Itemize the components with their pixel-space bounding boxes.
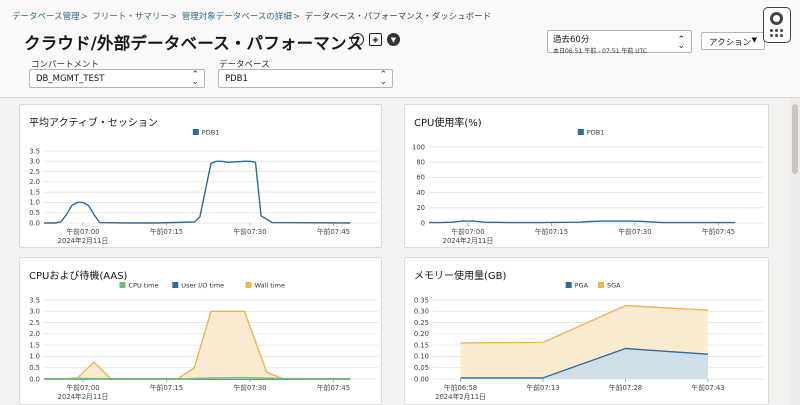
x-tick-label: 午前07:15	[150, 383, 183, 392]
page-title: クラウド/外部データベース・パフォーマンス	[24, 34, 364, 53]
cpu-and-wait-chart: 0.0 0.5 1.0 1.5 2.0 2.5 3.0 3.5 午前07:002024年2月11…	[29, 282, 378, 401]
x-tick-sublabel: 2024年2月11日	[58, 236, 109, 245]
avg-active-sessions-chart: 0.0 0.5 1.0 1.5 2.0 2.5 3.0 3.5 午前07:002024年2月11…	[29, 129, 378, 245]
cube-icon[interactable]: ◈	[369, 33, 382, 46]
legend-swatch	[172, 282, 179, 288]
caret-down-icon: ▼	[751, 36, 757, 44]
y-tick-label: 3.5	[29, 296, 40, 304]
y-tick-label: 0.0	[29, 375, 40, 383]
y-tick-label: 2.0	[29, 178, 40, 186]
y-tick-label: 0.15	[414, 341, 429, 349]
y-tick-label: 60	[416, 174, 425, 182]
x-tick-label: 午前07:45	[317, 383, 350, 392]
cpu-utilization-chart: 0 20 40 60 80 100 午前07:002024年2月11日 午前07:15 午前07…	[412, 129, 763, 245]
y-tick-label: 0.00	[414, 375, 429, 383]
x-tick-sublabel: 2024年2月11日	[443, 236, 494, 245]
legend-label: CPU time	[129, 282, 159, 290]
legend-label: SGA	[607, 282, 621, 290]
breadcrumb-link-database-management[interactable]: データベース管理	[12, 12, 80, 22]
memory-usage-chart: 0.00 0.05 0.10 0.15 0.20 0.25 0.30 0.35 午前06:582…	[414, 282, 763, 401]
grid-dots-icon	[770, 29, 784, 37]
y-tick-label: 0.10	[414, 353, 429, 361]
y-tick-label: 3.0	[29, 158, 40, 166]
breadcrumb-link-fleet-summary[interactable]: フリート・サマリー	[92, 12, 169, 22]
y-tick-label: 1.0	[29, 353, 40, 361]
legend-label: PDB1	[202, 129, 220, 137]
help-widget[interactable]	[763, 7, 791, 43]
panel-cpu-and-wait: CPUおよび待機(AAS) 0.0 0.5 1.0 1.5 2.0 2.5 3.0 3.5 午前…	[19, 257, 382, 405]
scrollbar-thumb[interactable]	[792, 104, 798, 174]
x-tick-label: 午前07:30	[618, 227, 651, 236]
legend-swatch	[565, 282, 572, 288]
x-tick-label: 午前07:00	[451, 227, 484, 236]
page-scrollbar[interactable]	[790, 98, 800, 405]
y-tick-label: 2.5	[29, 168, 40, 176]
y-tick-label: 1.5	[29, 341, 40, 349]
x-tick-label: 午前07:43	[691, 383, 724, 392]
x-tick-label: 午前06:58	[444, 383, 477, 392]
y-tick-label: 100	[412, 143, 425, 151]
header-bar: データベース管理> フリート・サマリー> 管理対象データベースの詳細> データベ…	[0, 0, 800, 98]
y-tick-label: 80	[416, 159, 425, 167]
x-tick-label: 午前07:30	[233, 227, 266, 236]
chevron-updown-icon: ⌃ ⌄	[379, 70, 387, 87]
x-tick-sublabel: 2024年2月11日	[435, 392, 486, 401]
legend-label: PDB1	[587, 129, 605, 137]
breadcrumb-link-managed-db-details[interactable]: 管理対象データベースの詳細	[182, 12, 292, 22]
info-icon[interactable]: i	[351, 33, 364, 46]
y-tick-label: 0.5	[29, 364, 40, 372]
panel-avg-active-sessions: 平均アクティブ・セッション 0.0 0.5 1.0 1.5 2.0 2.5 3.0 3.5 午前…	[19, 104, 382, 248]
legend-swatch	[192, 129, 199, 135]
filter-icon[interactable]: ▼	[387, 33, 400, 46]
legend-swatch	[598, 282, 604, 288]
time-range-select[interactable]: 過去60分 本日06:51 午前 - 07:51 午前 UTC ⌃ ⌄	[547, 30, 692, 55]
series-line-pdb1	[429, 220, 736, 224]
x-tick-label: 午前07:13	[526, 383, 559, 392]
database-select[interactable]: PDB1 ⌃ ⌄	[218, 69, 393, 88]
y-tick-label: 20	[416, 204, 425, 212]
y-tick-label: 0.5	[29, 209, 40, 217]
y-tick-label: 0.05	[414, 364, 429, 372]
legend-label: User I/O time	[181, 282, 224, 290]
y-tick-label: 1.5	[29, 188, 40, 196]
y-tick-label: 0.35	[414, 296, 429, 304]
x-tick-label: 午前07:00	[66, 383, 99, 392]
y-tick-label: 40	[416, 189, 425, 197]
compartment-select[interactable]: DB_MGMT_TEST ⌃ ⌄	[29, 69, 205, 88]
y-tick-label: 0.0	[29, 219, 40, 227]
x-tick-label: 午前07:00	[66, 227, 99, 236]
panel-memory-usage: メモリー使用量(GB) 0.00 0.05 0.10 0.15 0.20 0.25 0.30…	[404, 257, 769, 405]
actions-button[interactable]: アクション ▼	[701, 32, 765, 50]
y-tick-label: 1.0	[29, 199, 40, 207]
x-tick-label: 午前07:30	[233, 383, 266, 392]
y-tick-label: 2.5	[29, 319, 40, 327]
legend-swatch	[577, 129, 584, 135]
x-tick-sublabel: 2024年2月11日	[58, 392, 109, 401]
breadcrumb: データベース管理> フリート・サマリー> 管理対象データベースの詳細> データベ…	[12, 12, 492, 22]
legend-label: PGA	[575, 282, 589, 290]
y-tick-label: 0.20	[414, 330, 429, 338]
chevron-updown-icon: ⌃ ⌄	[191, 70, 199, 87]
x-tick-label: 午前07:45	[702, 227, 735, 236]
panel-cpu-utilization: CPU使用率(%) 0 20 40 60 80 100 午前07:00 2024年2月11日午…	[404, 104, 769, 248]
chevron-updown-icon: ⌃ ⌄	[677, 35, 685, 51]
y-tick-label: 0	[421, 219, 425, 227]
y-tick-label: 2.0	[29, 330, 40, 338]
x-tick-label: 午前07:45	[317, 227, 350, 236]
x-tick-label: 午前07:28	[609, 383, 642, 392]
legend-label: Wall time	[255, 282, 285, 290]
x-tick-label: 午前07:15	[150, 227, 183, 236]
y-tick-label: 0.25	[414, 319, 429, 327]
y-tick-label: 3.0	[29, 308, 40, 316]
y-tick-label: 0.30	[414, 308, 429, 316]
breadcrumb-current: データベース・パフォーマンス・ダッシュボード	[304, 12, 492, 22]
x-tick-label: 午前07:15	[535, 227, 568, 236]
legend-swatch	[245, 282, 252, 288]
legend-swatch	[119, 282, 126, 288]
lifebuoy-icon	[770, 12, 783, 25]
y-tick-label: 3.5	[29, 147, 40, 155]
